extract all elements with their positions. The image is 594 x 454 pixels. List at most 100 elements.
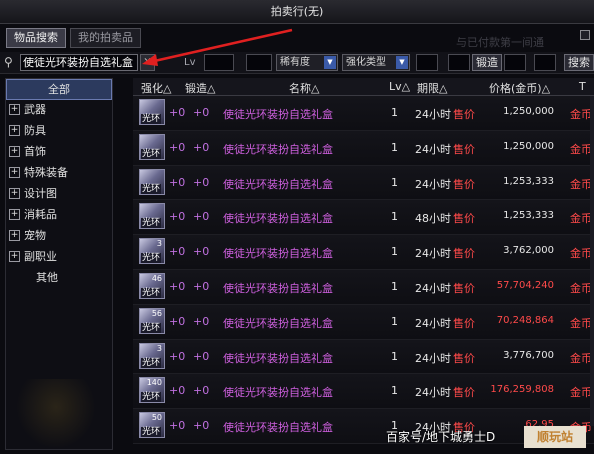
category-armor[interactable]: + 防具 (6, 121, 112, 142)
header-enhance[interactable]: 强化△ (141, 80, 171, 96)
category-label: 特殊装备 (24, 166, 68, 179)
cell-level: 1 (391, 314, 398, 328)
cell-listing-type: 售价 (453, 386, 475, 400)
table-row[interactable]: 56 光环 +0 +0 使徒光环装扮自选礼盒 1 24小时 售价 70,248,864 金币 (133, 304, 594, 340)
expand-icon: + (9, 230, 20, 241)
cell-duration: 48小时 (415, 212, 451, 226)
item-box-icon[interactable]: 50 光环 (139, 412, 165, 439)
tab-item-search[interactable]: 物品搜索 (6, 28, 66, 48)
cell-enhance: +0 (169, 349, 186, 363)
category-pet[interactable]: + 宠物 (6, 226, 112, 247)
enhance-min-input[interactable] (416, 54, 438, 71)
item-box-icon[interactable]: 46 光环 (139, 272, 165, 299)
rarity-select-label: 稀有度 (280, 57, 310, 68)
cell-name: 使徒光环装扮自选礼盒 (223, 281, 333, 295)
close-icon[interactable] (580, 30, 590, 40)
rarity-select[interactable]: 稀有度 ▼ (276, 54, 338, 71)
table-row[interactable]: 46 光环 +0 +0 使徒光环装扮自选礼盒 1 24小时 售价 57,704,240 金币 (133, 269, 594, 305)
level-min-input[interactable] (204, 54, 234, 71)
cell-listing-type: 售价 (453, 212, 475, 226)
cell-price: 1,253,333 (503, 210, 554, 222)
category-special-equipment[interactable]: + 特殊装备 (6, 163, 112, 184)
level-max-input[interactable] (246, 54, 272, 71)
item-box-icon[interactable]: 3 光环 (139, 342, 165, 369)
cell-enhance: +0 (169, 279, 186, 293)
cell-price: 1,250,000 (503, 140, 554, 152)
forge-min-input[interactable] (504, 54, 526, 71)
cell-duration: 24小时 (415, 177, 451, 191)
item-box-icon[interactable]: 140 光环 (139, 377, 165, 404)
cell-enhance: +0 (169, 106, 186, 119)
cell-currency: 金币 (570, 108, 592, 121)
cell-price: 1,253,333 (503, 175, 554, 187)
table-row[interactable]: 光环 +0 +0 使徒光环装扮自选礼盒 1 24小时 售价 1,253,333 金币 (133, 165, 594, 201)
item-box-icon[interactable]: 3 光环 (139, 238, 165, 265)
cell-forge: +0 (193, 175, 210, 189)
header-level[interactable]: Lv△ (389, 80, 410, 93)
search-button[interactable]: 搜索 (564, 54, 594, 71)
item-box-icon[interactable]: 光环 (139, 203, 165, 230)
cell-price: 3,776,700 (503, 349, 554, 361)
background-hint-text: 与已付款第一间通 (456, 36, 544, 49)
search-input[interactable]: 使徒光环装扮自选礼盒 (20, 54, 138, 71)
table-row[interactable]: 3 光环 +0 +0 使徒光环装扮自选礼盒 1 24小时 售价 3,762,000 金币 (133, 235, 594, 270)
cell-price: 57,704,240 (496, 279, 554, 291)
category-all[interactable]: 全部 (6, 79, 112, 100)
cell-level: 1 (391, 175, 398, 189)
table-row[interactable]: 光环 +0 +0 使徒光环装扮自选礼盒 1 24小时 售价 1,250,000 金币 (133, 130, 594, 166)
category-blueprint[interactable]: + 设计图 (6, 184, 112, 205)
table-row[interactable]: 3 光环 +0 +0 使徒光环装扮自选礼盒 1 24小时 售价 3,776,700 金币 (133, 339, 594, 375)
cell-price: 1,250,000 (503, 106, 554, 117)
header-name[interactable]: 名称△ (289, 80, 319, 96)
item-box-icon[interactable]: 光环 (139, 133, 165, 160)
header-price[interactable]: 价格(金币)△ (489, 80, 550, 96)
window-title: 拍卖行(无) (0, 0, 594, 24)
item-tag: 光环 (141, 114, 162, 124)
item-stack-count: 3 (156, 343, 162, 353)
forge-max-input[interactable] (534, 54, 556, 71)
header-forge[interactable]: 锻造△ (185, 80, 215, 96)
cell-currency: 金币 (570, 351, 592, 365)
cell-price: 3,762,000 (503, 245, 554, 257)
category-label: 消耗品 (24, 208, 57, 221)
table-row[interactable]: 光环 +0 +0 使徒光环装扮自选礼盒 1 24小时 售价 1,250,000 金币 (133, 96, 594, 131)
enhance-max-input[interactable] (448, 54, 470, 71)
enhance-type-select[interactable]: 强化类型 ▼ (342, 54, 410, 71)
header-unit: T (579, 80, 586, 93)
item-tag: 光环 (141, 253, 162, 264)
item-box-icon[interactable]: 光环 (139, 168, 165, 195)
auction-table: 强化△ 锻造△ 名称△ Lv△ 期限△ 价格(金币)△ T 光环 +0 +0 使徒光环… (133, 78, 594, 454)
category-label: 设计图 (24, 187, 57, 200)
item-box-icon[interactable]: 56 光环 (139, 307, 165, 334)
item-box-icon[interactable]: 光环 (139, 99, 165, 125)
scrollbar[interactable] (590, 96, 594, 426)
cell-listing-type: 售价 (453, 177, 475, 191)
expand-icon: + (9, 251, 20, 262)
cell-listing-type: 售价 (453, 142, 475, 156)
item-tag: 光环 (141, 148, 162, 159)
table-row[interactable]: 140 光环 +0 +0 使徒光环装扮自选礼盒 1 24小时 售价 176,259,808 金币 (133, 374, 594, 410)
table-row[interactable]: 光环 +0 +0 使徒光环装扮自选礼盒 1 48小时 售价 1,253,333 金币 (133, 200, 594, 236)
cell-currency: 金币 (570, 281, 592, 295)
cell-duration: 24小时 (415, 386, 451, 400)
expand-icon: + (9, 167, 20, 178)
item-tag: 光环 (141, 322, 162, 333)
level-filter-label: Lv (184, 57, 196, 68)
cell-listing-type: 售价 (453, 108, 475, 121)
category-label: 副职业 (24, 250, 57, 263)
cell-forge: +0 (193, 106, 210, 119)
watermark-text: 百家号/地下城勇士D (386, 430, 496, 444)
clear-search-button[interactable]: × (140, 54, 155, 71)
cell-forge: +0 (193, 279, 210, 293)
cell-enhance: +0 (169, 384, 186, 398)
header-duration[interactable]: 期限△ (417, 80, 447, 96)
category-consumable[interactable]: + 消耗品 (6, 205, 112, 226)
cell-enhance: +0 (169, 175, 186, 189)
category-accessory[interactable]: + 首饰 (6, 142, 112, 163)
category-other[interactable]: 其他 (6, 268, 112, 289)
tab-my-auctions[interactable]: 我的拍卖品 (70, 28, 141, 48)
category-sub-profession[interactable]: + 副职业 (6, 247, 112, 268)
cell-name: 使徒光环装扮自选礼盒 (223, 177, 333, 191)
forge-filter-label[interactable]: 锻造 (472, 54, 502, 71)
category-weapon[interactable]: + 武器 (6, 100, 112, 121)
